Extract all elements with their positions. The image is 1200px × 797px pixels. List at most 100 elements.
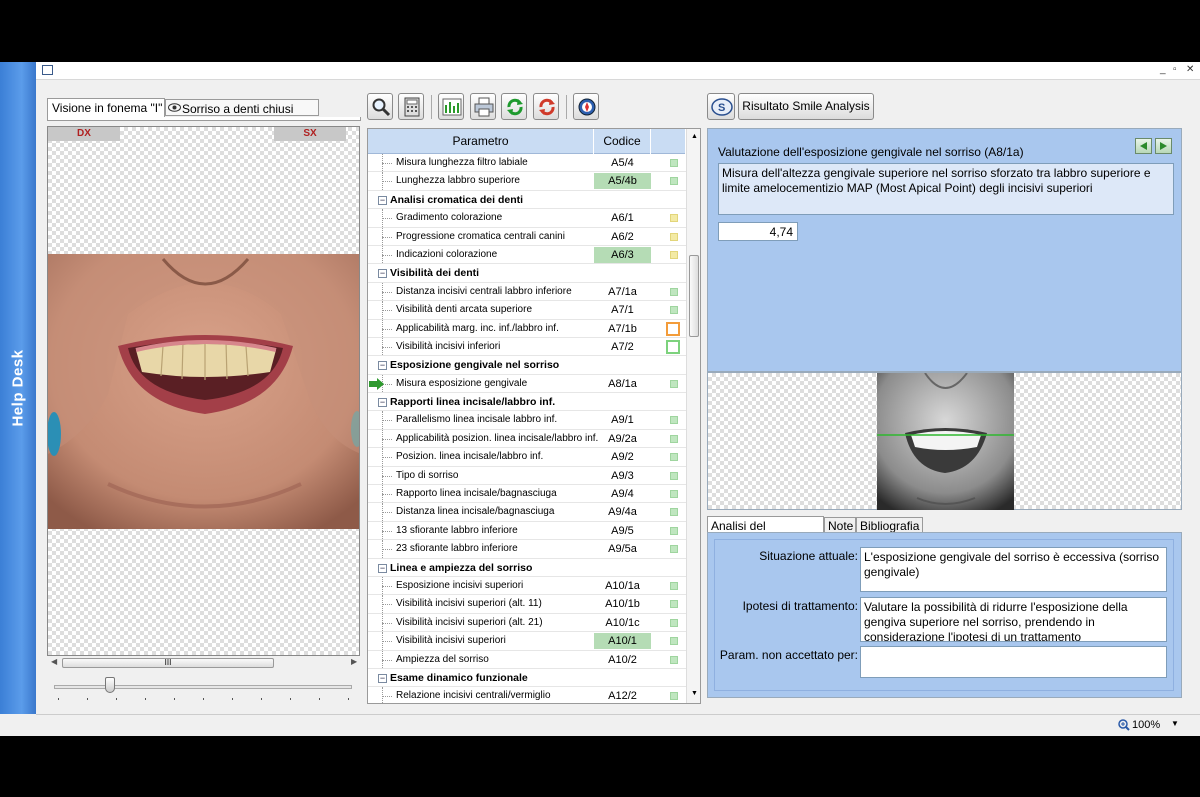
tree-line — [382, 291, 392, 293]
table-row[interactable]: Ampiezza del sorriso A10/2 — [368, 650, 686, 669]
measurement-value-field[interactable]: 4,74 — [718, 222, 798, 241]
collapse-icon[interactable]: − — [378, 269, 387, 279]
table-row[interactable]: Misura esposizione gengivale A8/1a — [368, 374, 686, 394]
parameter-code: A7/2 — [611, 340, 634, 353]
tree-line — [382, 438, 392, 440]
table-row[interactable]: Relazione incisivi centrali/vermiglio A12… — [368, 687, 686, 703]
table-row[interactable]: 13 sfiorante labbro inferiore A9/5 — [368, 521, 686, 541]
table-group-row[interactable]: − Analisi cromatica dei denti — [368, 191, 686, 210]
table-row[interactable]: Lunghezza labbro superiore A5/4b — [368, 172, 686, 191]
collapse-icon[interactable]: − — [378, 398, 387, 408]
table-row[interactable]: Indicazioni colorazione A6/3 — [368, 245, 686, 265]
table-row[interactable]: Distanza incisivi centrali labbro inferi… — [368, 282, 686, 302]
table-row[interactable]: Distanza linea incisale/bagnasciuga A9/4a — [368, 503, 686, 522]
ipotesi-trattamento-field[interactable]: Valutare la possibilità di ridurre l'esp… — [860, 597, 1167, 642]
table-row[interactable]: Progressione cromatica centrali canini A6… — [368, 227, 686, 246]
table-row[interactable]: Rapporto linea incisale/bagnasciuga A9/4 — [368, 485, 686, 504]
scroll-thumb[interactable]: III — [62, 658, 274, 668]
scroll-left-icon[interactable]: ◀ — [51, 657, 57, 666]
reference-smile-image — [877, 373, 1014, 510]
scroll-right-icon[interactable]: ▶ — [351, 657, 357, 666]
table-row[interactable]: Posizion. linea incisale/labbro inf. A9/2 — [368, 448, 686, 467]
table-row[interactable]: Visibilità incisivi superiori (alt. 21) A… — [368, 613, 686, 633]
table-group-row[interactable]: − Rapporti linea incisale/labbro inf. — [368, 393, 686, 412]
minimize-icon[interactable]: _ — [1160, 64, 1166, 75]
status-indicator — [670, 637, 678, 646]
magnifier-button[interactable] — [367, 93, 393, 120]
status-indicator — [670, 655, 678, 664]
table-row[interactable]: Misura lunghezza filtro labiale A5/4 — [368, 154, 686, 173]
table-row[interactable]: Gradimento colorazione A6/1 — [368, 209, 686, 228]
table-group-row[interactable]: − Linea e ampiezza del sorriso — [368, 559, 686, 577]
table-group-row[interactable]: − Visibilità dei denti — [368, 264, 686, 283]
header-parametro[interactable]: Parametro — [368, 129, 594, 154]
parameter-code: A9/4a — [608, 506, 637, 519]
status-indicator — [670, 177, 678, 186]
table-row[interactable]: Visibilità denti arcata superiore A7/1 — [368, 301, 686, 320]
zoom-level[interactable]: 100% — [1132, 719, 1160, 731]
sx-label: SX — [274, 127, 346, 141]
group-label: Rapporti linea incisale/labbro inf. — [390, 396, 556, 409]
tree-line — [382, 622, 392, 624]
param-non-accettato-field[interactable] — [860, 646, 1167, 678]
table-row[interactable]: Visibilità incisivi inferiori A7/2 — [368, 337, 686, 357]
table-group-row[interactable]: − Esame dinamico funzionale — [368, 669, 686, 688]
table-row[interactable]: Visibilità incisivi superiori (alt. 11) A… — [368, 595, 686, 614]
collapse-icon[interactable]: − — [378, 563, 387, 573]
zoom-icon — [1118, 719, 1130, 731]
close-icon[interactable]: ✕ — [1186, 64, 1194, 75]
table-row[interactable]: 23 sfiorante labbro inferiore A9/5a — [368, 540, 686, 559]
header-codice[interactable]: Codice — [594, 129, 651, 154]
table-vertical-scrollbar[interactable]: ▲ ▼ — [686, 129, 700, 703]
status-indicator — [670, 232, 678, 241]
zoom-dropdown-icon[interactable]: ▼ — [1171, 719, 1179, 728]
status-indicator — [670, 250, 678, 259]
print-button[interactable] — [470, 93, 496, 120]
parameter-label: Visibilità incisivi inferiori — [396, 340, 501, 352]
status-indicator[interactable] — [666, 321, 680, 336]
compass-button[interactable] — [573, 93, 599, 120]
parameter-code: A9/5 — [611, 524, 634, 537]
collapse-icon[interactable]: − — [378, 673, 387, 683]
help-desk-sidebar[interactable]: Help Desk — [0, 62, 36, 714]
parameter-code: A6/3 — [594, 246, 651, 263]
previous-button[interactable] — [1135, 138, 1152, 154]
refresh-red-button[interactable] — [533, 93, 559, 120]
table-row[interactable]: Parallelismo linea incisale labbro inf. A… — [368, 411, 686, 430]
collapse-icon[interactable]: − — [378, 195, 387, 205]
zoom-slider[interactable] — [54, 676, 354, 706]
slider-thumb[interactable] — [105, 677, 115, 693]
restore-icon[interactable]: ▫ — [1173, 64, 1177, 75]
risultato-smile-analysis-button[interactable]: Risultato Smile Analysis — [738, 93, 874, 120]
refresh-green-button[interactable] — [501, 93, 527, 120]
tab-visione-fonema[interactable]: Visione in fonema "I" — [47, 98, 165, 117]
group-label: Analisi cromatica dei denti — [390, 193, 524, 206]
parameter-code: A6/1 — [611, 212, 634, 225]
photo-horizontal-scrollbar[interactable]: ◀ III ▶ — [47, 656, 360, 670]
table-row[interactable]: Applicabilità posizion. linea incisale/l… — [368, 429, 686, 449]
table-row[interactable]: Applicabilità marg. inc. inf./labbro inf… — [368, 319, 686, 338]
scroll-down-icon[interactable]: ▼ — [691, 690, 698, 697]
table-rows: Misura lunghezza filtro labiale A5/4 Lungh… — [368, 154, 686, 703]
table-scroll-thumb[interactable] — [689, 255, 699, 337]
patient-photo-canvas[interactable]: DX SX — [47, 126, 360, 656]
tab-sorriso-denti-chiusi[interactable]: Sorriso a denti chiusi — [165, 99, 319, 116]
tree-line — [382, 475, 392, 477]
tree-line — [382, 696, 392, 698]
calculator-button[interactable] — [398, 93, 424, 120]
next-button[interactable] — [1155, 138, 1172, 154]
scroll-up-icon[interactable]: ▲ — [691, 133, 698, 140]
collapse-icon[interactable]: − — [378, 361, 387, 371]
group-label: Visibilità dei denti — [390, 267, 480, 280]
header-status — [651, 129, 686, 154]
parameter-label: Indicazioni colorazione — [396, 248, 498, 260]
status-indicator[interactable] — [666, 339, 680, 354]
chart-button[interactable] — [438, 93, 464, 120]
table-row[interactable]: Visibilità incisivi superiori A10/1 — [368, 632, 686, 651]
status-indicator — [670, 379, 678, 388]
situazione-attuale-field[interactable]: L'esposizione gengivale del sorriso è ec… — [860, 547, 1167, 592]
smile-logo-button[interactable]: S — [707, 93, 735, 120]
table-group-row[interactable]: − Esposizione gengivale nel sorriso — [368, 356, 686, 375]
table-row[interactable]: Esposizione incisivi superiori A10/1a — [368, 576, 686, 596]
table-row[interactable]: Tipo di sorriso A9/3 — [368, 466, 686, 486]
